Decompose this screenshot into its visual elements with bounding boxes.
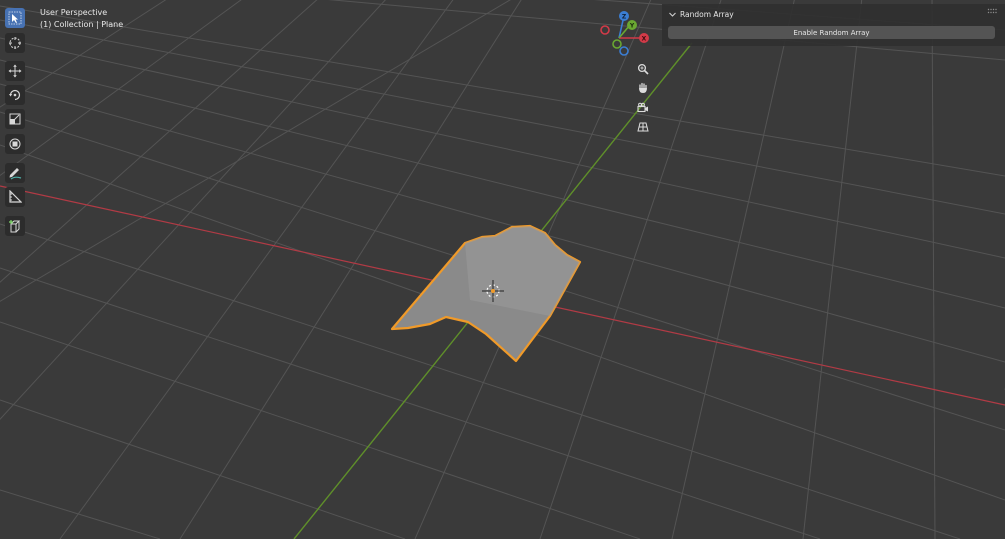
ruler-icon: [9, 190, 22, 203]
enable-random-array-button[interactable]: Enable Random Array: [668, 26, 995, 39]
pan-view-button[interactable]: [634, 79, 652, 97]
add-cube-icon: [9, 220, 21, 233]
cursor-tool-button[interactable]: [5, 33, 25, 53]
panel-header[interactable]: Random Array: [668, 7, 734, 21]
measure-tool-button[interactable]: [5, 187, 25, 207]
rotate-tool-button[interactable]: [5, 85, 25, 105]
collection-label: (1) Collection | Plane: [40, 20, 124, 29]
scene-canvas[interactable]: [0, 0, 1005, 539]
neg-z-axis-icon[interactable]: [619, 46, 629, 56]
y-axis-label: Y: [629, 23, 635, 30]
3d-cursor-icon: [9, 37, 21, 49]
annotate-tool-button[interactable]: [5, 163, 25, 183]
add-cube-tool-button[interactable]: [5, 216, 25, 236]
neg-x-axis-icon[interactable]: [600, 25, 610, 35]
select-box-tool-button[interactable]: [5, 8, 25, 28]
hand-icon: [639, 82, 647, 93]
z-axis-label: Z: [622, 14, 627, 21]
toggle-perspective-button[interactable]: [634, 118, 652, 136]
chevron-down-icon[interactable]: [668, 10, 677, 19]
neg-y-axis-icon[interactable]: [612, 39, 622, 49]
zoom-view-button[interactable]: [634, 60, 652, 78]
3d-viewport[interactable]: User Perspective (1) Collection | Plane: [0, 0, 1005, 539]
view-name-label: User Perspective: [40, 8, 108, 17]
transform-tool-button[interactable]: [5, 134, 25, 154]
scale-tool-button[interactable]: [5, 109, 25, 129]
scale-icon: [9, 113, 21, 125]
camera-view-button[interactable]: [634, 99, 652, 117]
navigation-gizmo[interactable]: Z Y X: [597, 8, 651, 58]
panel-title: Random Array: [680, 9, 734, 19]
random-array-panel: Random Array Enable Random Array: [662, 4, 1005, 46]
pencil-icon: [9, 168, 22, 180]
rotate-icon: [9, 89, 21, 101]
move-arrows-icon: [8, 64, 22, 78]
grid-perspective-icon: [637, 122, 649, 132]
transform-icon: [9, 138, 21, 150]
magnifier-icon: [637, 63, 649, 75]
drag-grip-icon[interactable]: [987, 8, 998, 14]
move-tool-button[interactable]: [5, 61, 25, 81]
camera-icon: [637, 102, 648, 113]
select-cursor-icon: [8, 11, 22, 25]
x-axis-label: X: [642, 36, 647, 43]
